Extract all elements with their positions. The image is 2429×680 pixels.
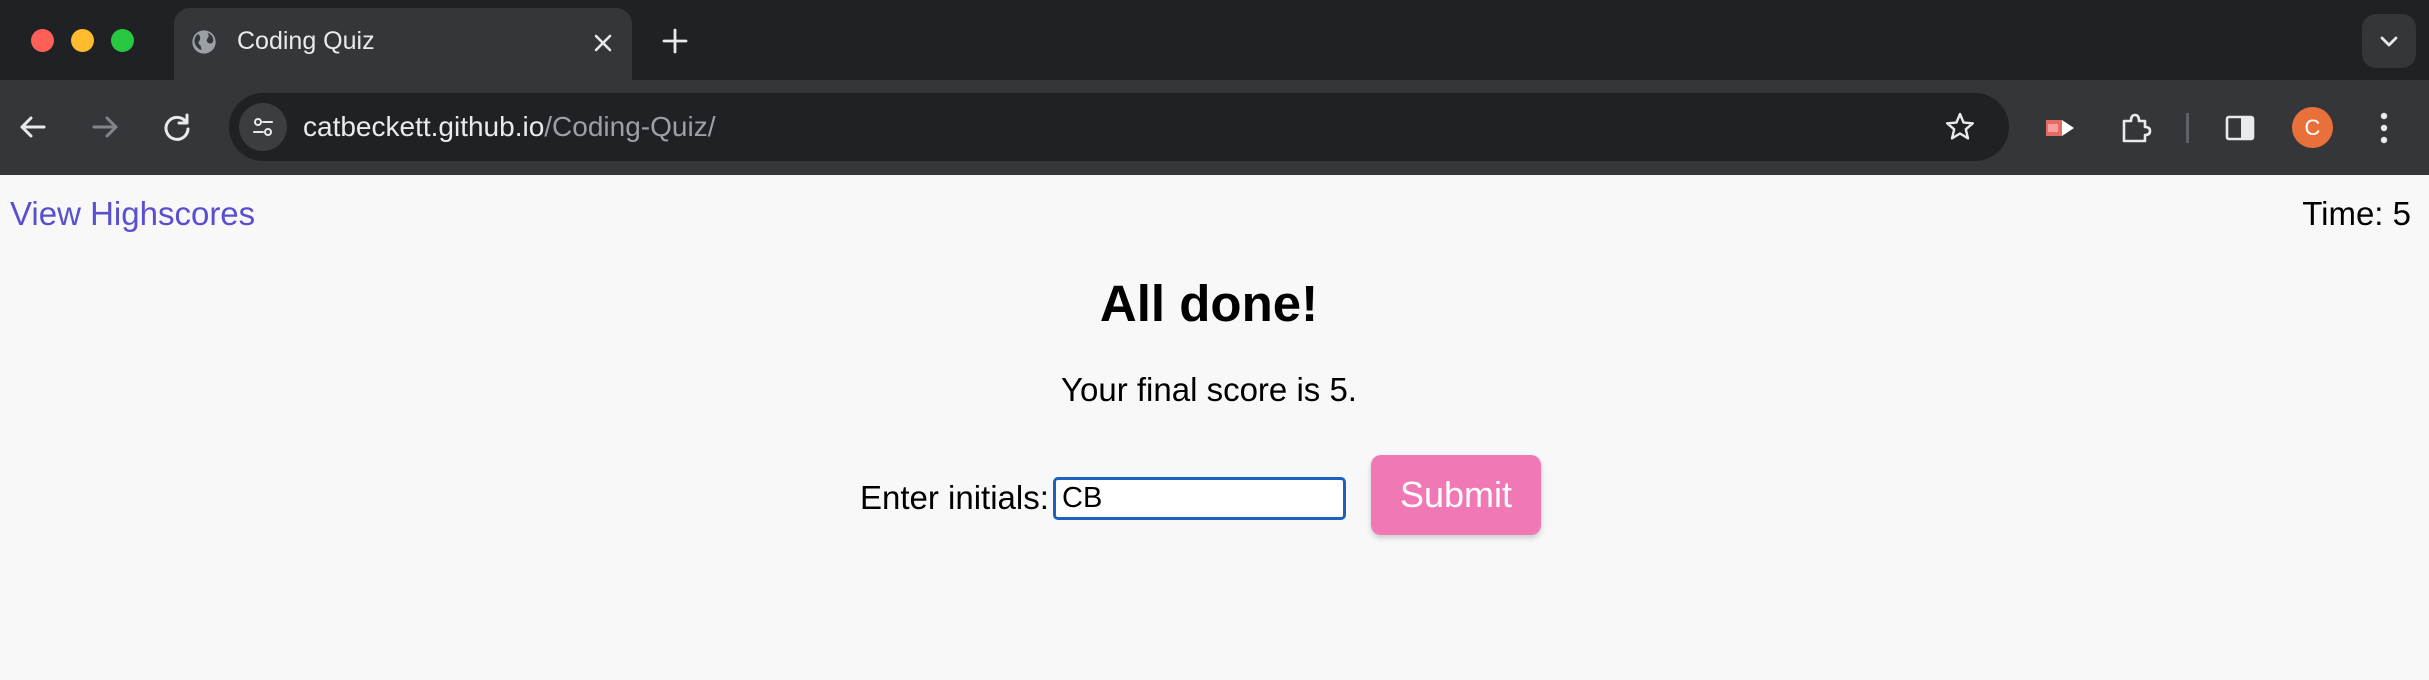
globe-icon: [192, 30, 216, 54]
final-score-text: Your final score is 5.: [1061, 371, 1357, 408]
screen-recorder-extension-icon[interactable]: [2042, 110, 2078, 146]
page-content: View Highscores Time: 5 All done! Your f…: [0, 175, 2429, 680]
bookmark-star-icon[interactable]: [1943, 110, 1977, 144]
tune-icon: [253, 118, 273, 136]
browser-tab[interactable]: Coding Quiz: [174, 8, 632, 80]
url-text[interactable]: catbeckett.github.io/Coding-Quiz/: [303, 111, 715, 143]
side-panel-icon[interactable]: [2222, 110, 2258, 146]
browser-toolbar: catbeckett.github.io/Coding-Quiz/ C: [0, 80, 2429, 175]
initials-label: Enter initials:: [860, 479, 1049, 516]
site-info-button[interactable]: [239, 103, 287, 151]
window-minimize-button[interactable]: [71, 29, 94, 52]
window-maximize-button[interactable]: [111, 29, 134, 52]
tab-search-button[interactable]: [2362, 14, 2416, 68]
initials-input[interactable]: [1053, 477, 1346, 520]
page-title: All done!: [1099, 275, 1319, 332]
back-arrow-icon[interactable]: [16, 110, 50, 144]
address-bar[interactable]: catbeckett.github.io/Coding-Quiz/: [229, 93, 2009, 161]
submit-button[interactable]: Submit: [1371, 455, 1541, 535]
browser-tab-strip: Coding Quiz: [0, 0, 2429, 80]
view-highscores-link[interactable]: View Highscores: [10, 195, 255, 233]
toolbar-divider: [2186, 113, 2189, 143]
reload-icon[interactable]: [160, 110, 194, 144]
forward-arrow-icon[interactable]: [88, 110, 122, 144]
more-options-kebab-icon[interactable]: [2370, 108, 2398, 148]
timer-display: Time: 5: [2302, 195, 2411, 232]
extensions-puzzle-icon[interactable]: [2117, 110, 2153, 146]
window-close-button[interactable]: [31, 29, 54, 52]
tab-title: Coding Quiz: [237, 27, 375, 55]
url-host: catbeckett.github.io: [303, 111, 545, 142]
chevron-down-icon: [2380, 36, 2398, 47]
new-tab-plus-icon[interactable]: [661, 27, 689, 55]
close-icon[interactable]: [592, 32, 614, 54]
url-path: /Coding-Quiz/: [544, 111, 716, 142]
profile-avatar[interactable]: C: [2292, 107, 2333, 148]
